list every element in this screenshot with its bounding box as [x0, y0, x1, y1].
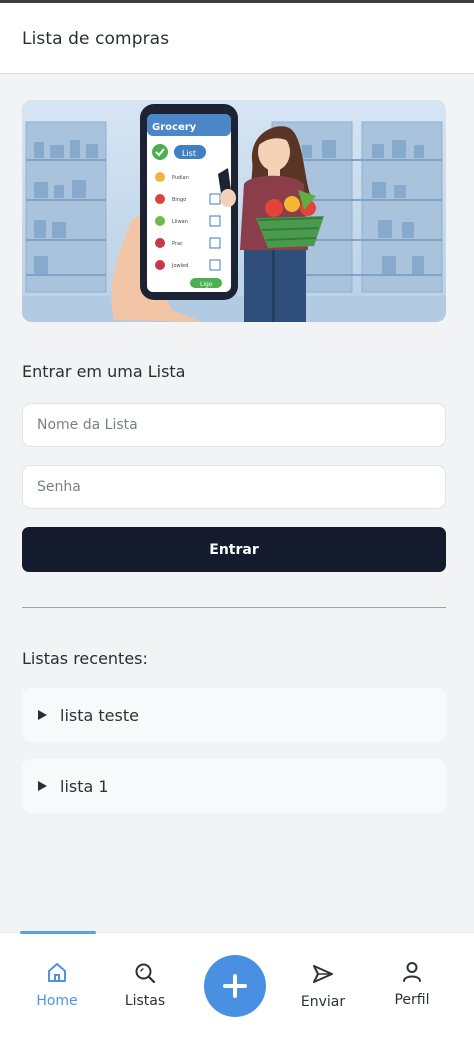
- list-name-input[interactable]: [22, 403, 446, 447]
- plus-icon: [223, 974, 247, 998]
- user-icon: [403, 962, 421, 982]
- bottom-navigation: Home Listas Enviar Perfil: [0, 931, 474, 1039]
- recent-lists-title: Listas recentes:: [22, 649, 148, 668]
- nav-home[interactable]: Home: [17, 961, 97, 1009]
- nav-listas-label: Listas: [124, 993, 166, 1009]
- phone-item-4: Prac: [172, 241, 183, 247]
- phone-footer-button-text: Ligo: [200, 281, 213, 288]
- nav-home-label: Home: [36, 993, 78, 1009]
- nav-listas[interactable]: Listas: [105, 961, 185, 1009]
- password-input[interactable]: [22, 465, 446, 509]
- recent-list-label: lista 1: [60, 776, 109, 796]
- page-title: Lista de compras: [22, 29, 170, 49]
- enter-button[interactable]: Entrar: [22, 527, 446, 572]
- nav-perfil-label: Perfil: [394, 992, 430, 1008]
- nav-perfil[interactable]: Perfil: [372, 960, 452, 1008]
- expand-triangle-icon: [38, 781, 47, 791]
- phone-item-2: Bingo: [172, 197, 186, 203]
- app-header: Lista de compras: [0, 0, 474, 74]
- search-icon: [135, 963, 156, 984]
- send-icon: [313, 965, 333, 983]
- grocery-shopping-illustration: Grocery List Pudian Bingo Lliwan Prac Jo…: [22, 100, 446, 322]
- phone-item-1: Pudian: [172, 175, 189, 181]
- hero-illustration: Grocery List Pudian Bingo Lliwan Prac Jo…: [22, 100, 446, 322]
- phone-item-3: Lliwan: [172, 219, 188, 225]
- section-divider: [22, 607, 446, 608]
- recent-list-label: lista teste: [60, 705, 139, 725]
- add-list-button[interactable]: [204, 955, 266, 1017]
- active-tab-indicator: [20, 931, 96, 934]
- home-icon: [48, 963, 66, 982]
- phone-item-5: Jowled: [171, 263, 188, 269]
- nav-enviar[interactable]: Enviar: [283, 962, 363, 1010]
- join-section-title: Entrar em uma Lista: [22, 362, 186, 381]
- nav-enviar-label: Enviar: [300, 994, 346, 1010]
- expand-triangle-icon: [38, 710, 47, 720]
- phone-header-text: Grocery: [152, 122, 197, 133]
- recent-list-item[interactable]: lista teste: [22, 688, 446, 742]
- phone-chip-text: List: [182, 149, 196, 158]
- recent-list-item[interactable]: lista 1: [22, 759, 446, 813]
